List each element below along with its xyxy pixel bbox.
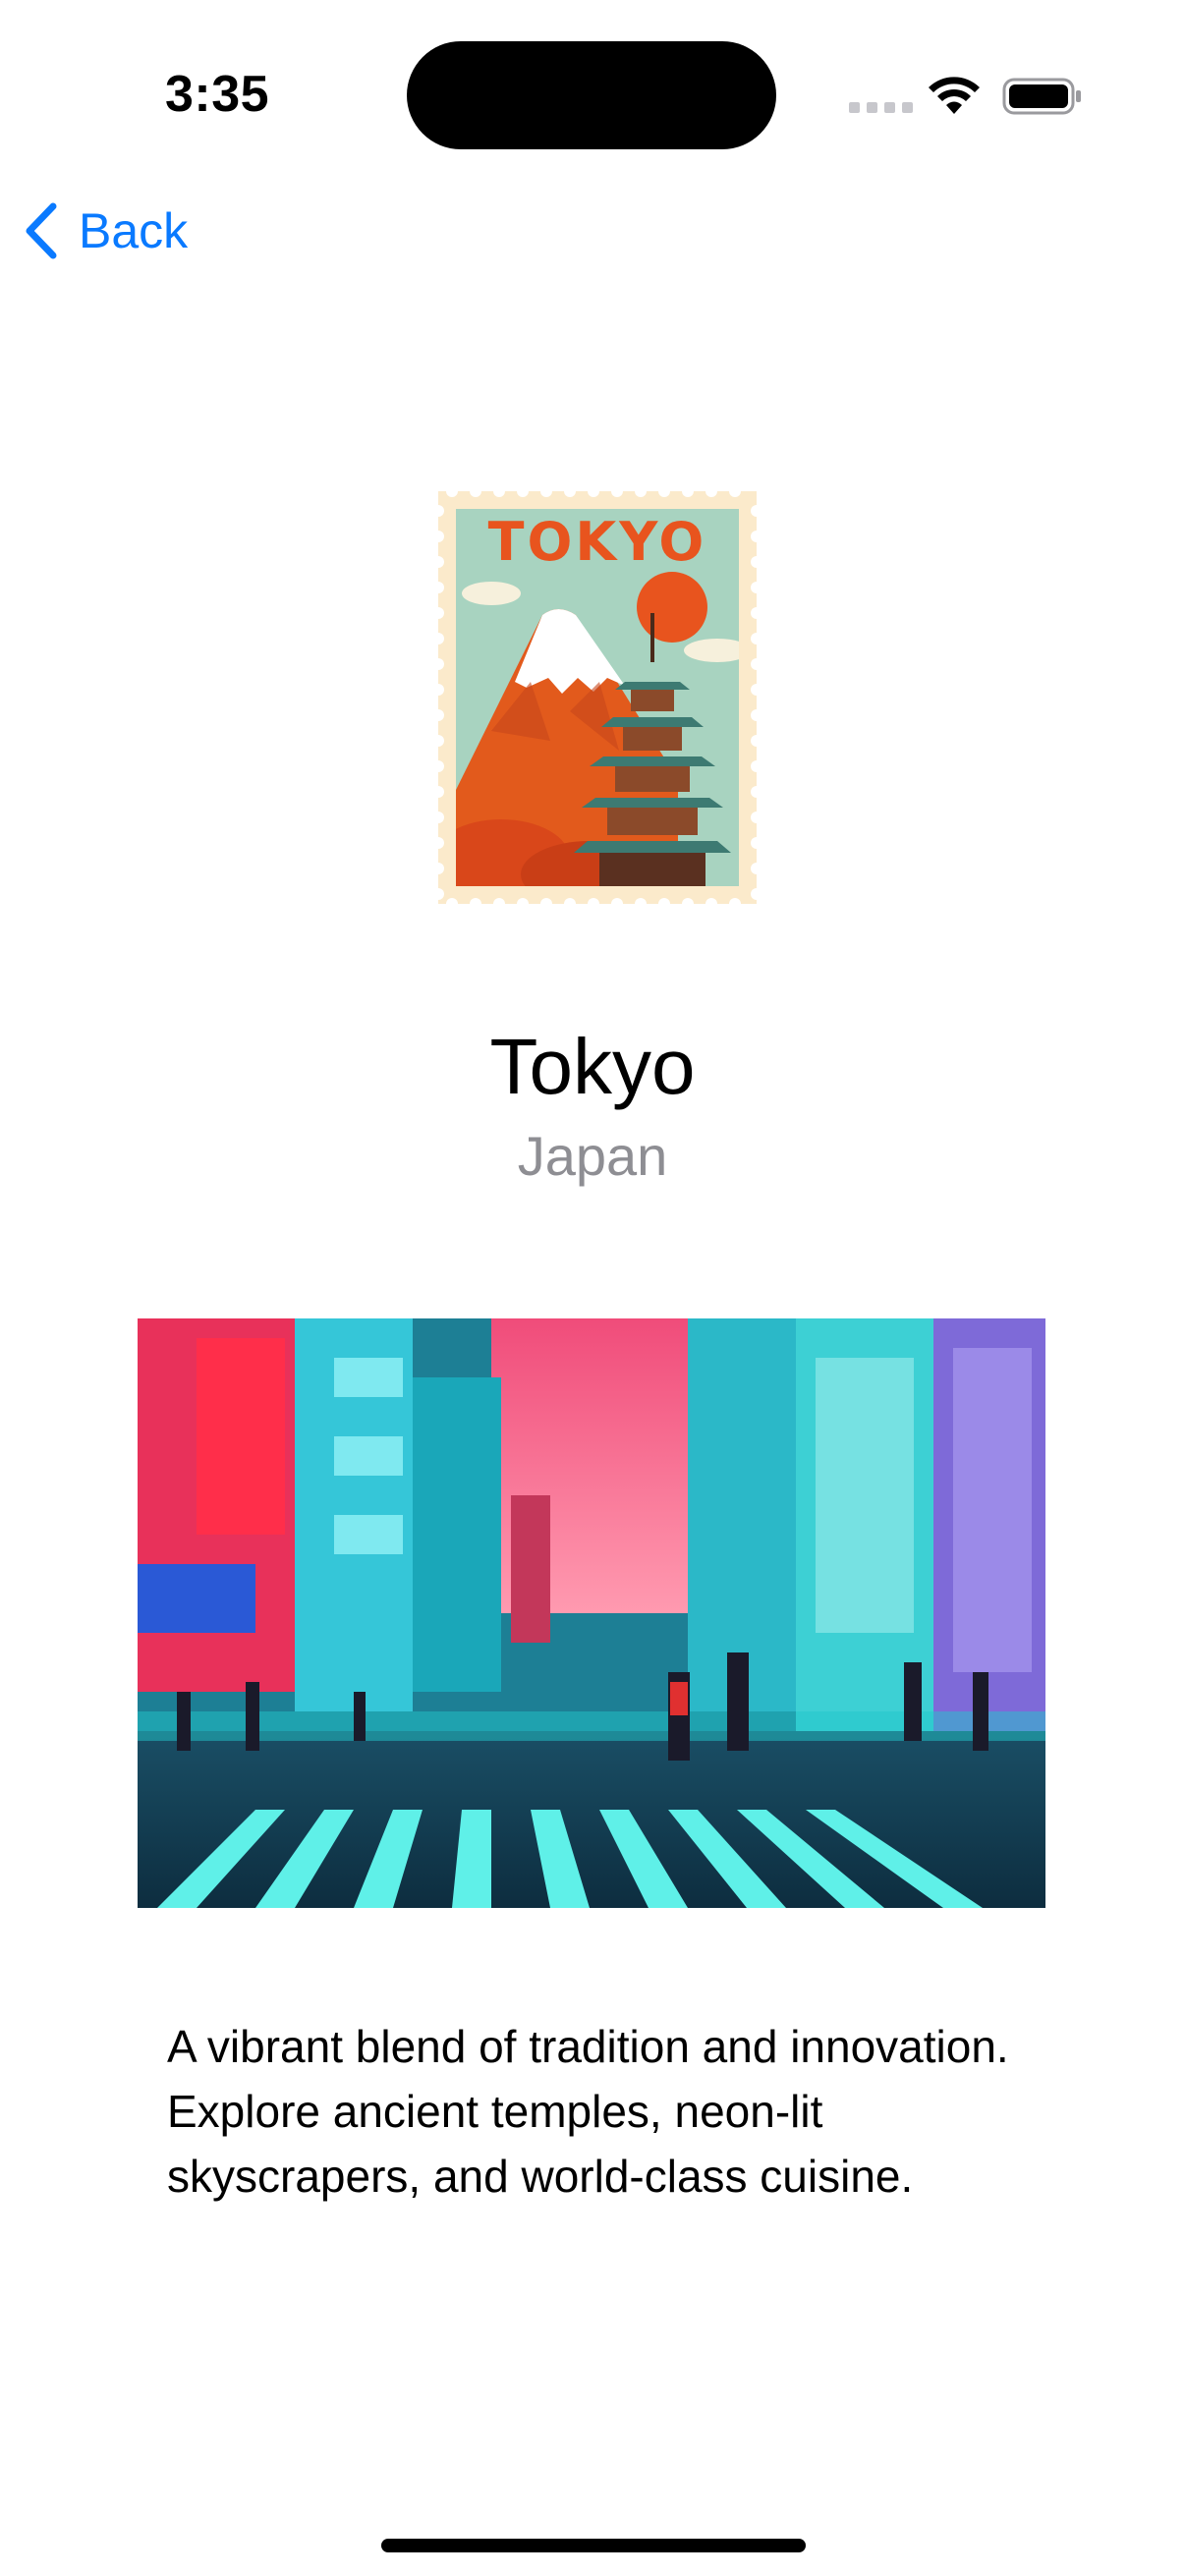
destination-detail-screen: 3:35 Back TOKYO Tokyo Japan A vibrant bl… [0, 0, 1185, 2576]
stamp-title: TOKYO [488, 511, 707, 573]
destination-description: A vibrant blend of tradition and innovat… [167, 2021, 1009, 2202]
chevron-left-icon [26, 202, 57, 259]
city-street-photo [138, 1318, 1045, 1908]
home-indicator[interactable] [381, 2539, 806, 2552]
wifi-icon [929, 77, 980, 114]
tokyo-stamp-image: TOKYO [432, 485, 762, 910]
cellular-signal-icon [849, 102, 913, 113]
status-time: 3:35 [165, 66, 270, 123]
country-subtitle: Japan [517, 1125, 668, 1187]
back-label: Back [79, 203, 189, 258]
back-button[interactable]: Back [22, 196, 188, 265]
city-title: Tokyo [489, 1023, 696, 1110]
battery-icon [1002, 78, 1081, 115]
dynamic-island [407, 41, 776, 149]
